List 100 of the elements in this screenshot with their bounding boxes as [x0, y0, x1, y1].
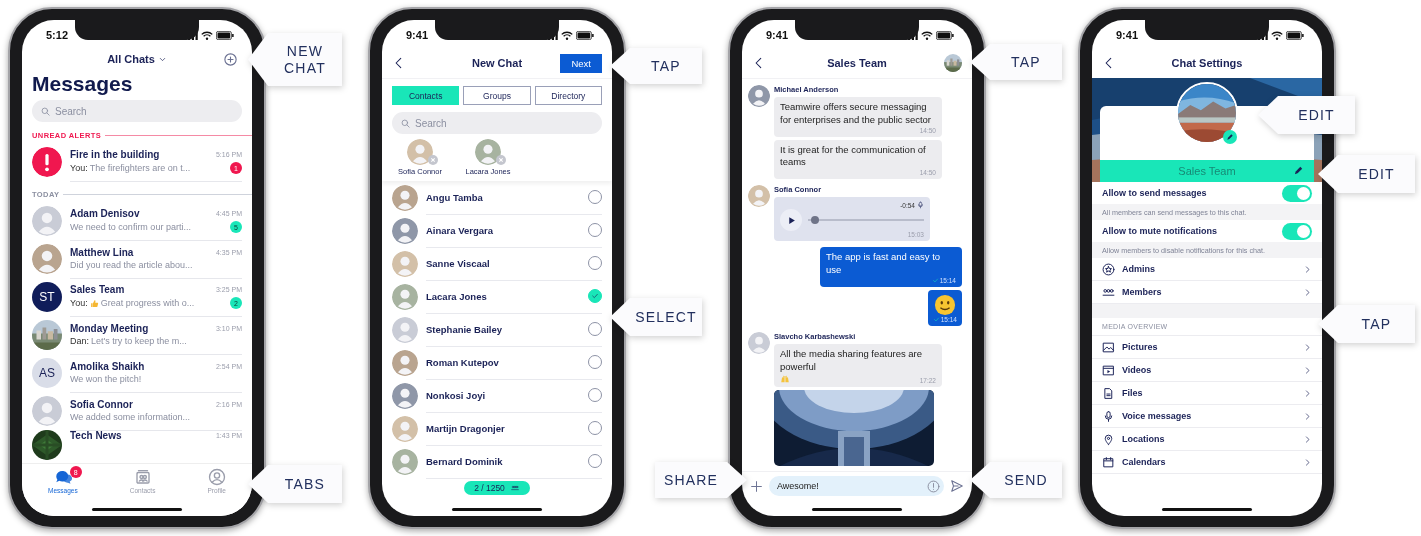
battery-icon	[1286, 30, 1304, 40]
callout-label: TABS	[248, 465, 342, 503]
plus-circle-icon[interactable]	[223, 51, 238, 67]
chat-preview: The firefighters are on t...	[89, 163, 191, 173]
wifi-icon	[561, 30, 573, 40]
initials-avatar: ST	[32, 282, 62, 312]
chat-preview: We won the pitch!	[70, 374, 142, 384]
chat-name: Amolika Shaikh	[70, 361, 145, 372]
play-button[interactable]	[780, 209, 802, 232]
location-pin-icon	[1102, 432, 1115, 446]
contact-name: Sanne Viscaal	[426, 257, 490, 269]
chat-preview: Let's try to keep the m...	[91, 336, 187, 346]
person-avatar	[392, 415, 418, 442]
video-icon	[1102, 363, 1115, 377]
settings-item[interactable]: Videos	[1122, 365, 1296, 375]
chevron-right-icon[interactable]	[1303, 342, 1312, 352]
chevron-right-icon[interactable]	[1303, 264, 1312, 274]
person-avatar	[32, 206, 62, 236]
message-sender: You:	[70, 163, 88, 173]
message-field[interactable]: Awesome!	[769, 476, 944, 496]
contact-name: Roman Kutepov	[426, 356, 499, 368]
search-input[interactable]: Search	[415, 117, 565, 129]
toggle-switch[interactable]	[1282, 184, 1312, 202]
segment-tab[interactable]: Groups	[463, 86, 531, 105]
chevron-right-icon[interactable]	[1303, 287, 1312, 297]
chat-preview: We need to confirm our parti...	[70, 222, 191, 232]
chat-filter-dropdown[interactable]: All Chats	[107, 53, 167, 65]
setting-label: Allow to mute notifications	[1102, 226, 1217, 236]
callout-label: SHARE	[655, 462, 747, 498]
person-avatar	[748, 331, 770, 354]
screen-title: Sales Team	[827, 57, 887, 69]
search-input[interactable]: Search	[55, 105, 205, 117]
message-sender: You:	[70, 298, 88, 308]
person-avatar	[392, 382, 418, 409]
chat-name: Sales Team	[70, 284, 125, 295]
chat-name: Sofia Connor	[70, 399, 133, 410]
calendar-icon	[1102, 455, 1115, 469]
segment-tab[interactable]: Contacts	[392, 86, 460, 105]
toggle-switch[interactable]	[1282, 222, 1312, 240]
settings-item[interactable]: Pictures	[1122, 342, 1296, 352]
chevron-right-icon[interactable]	[1303, 365, 1312, 375]
search-field[interactable]: Search	[392, 112, 602, 134]
chat-preview: Great progress with o...	[100, 298, 195, 308]
wifi-icon	[201, 30, 213, 40]
callout-label: TAP	[1318, 305, 1415, 343]
contacts-icon	[133, 468, 152, 486]
image-icon	[1102, 340, 1115, 354]
message-input[interactable]: Awesome!	[777, 481, 927, 491]
person-avatar	[392, 217, 418, 244]
contact-name: Nonkosi Joyi	[426, 389, 486, 401]
chevron-right-icon[interactable]	[1303, 388, 1312, 398]
status-time: 9:41	[1116, 29, 1139, 41]
next-button[interactable]: Next	[560, 53, 602, 73]
person-avatar	[392, 250, 418, 277]
chat-name: Fire in the building	[70, 149, 160, 160]
settings-item[interactable]: Admins	[1122, 264, 1296, 274]
chevron-right-icon[interactable]	[1303, 411, 1312, 421]
message-text: It is great for the communication of teams	[780, 143, 927, 170]
check-icon	[591, 292, 599, 300]
message-text: Teamwire offers secure messaging for enterprises and the public sector	[780, 101, 933, 127]
search-icon	[400, 117, 411, 129]
segment-tab[interactable]: Directory	[534, 86, 602, 105]
microphone-icon	[917, 201, 924, 210]
initials-avatar: AS	[32, 358, 62, 388]
person-avatar	[407, 139, 433, 165]
person-avatar	[32, 396, 62, 426]
chat-preview: Did you read the article abou...	[70, 260, 193, 270]
callout-label: EDIT	[1318, 155, 1415, 193]
wifi-icon	[1271, 30, 1283, 40]
settings-item[interactable]: Members	[1122, 287, 1296, 297]
remove-icon[interactable]	[428, 155, 438, 165]
status-time: 9:41	[766, 29, 789, 41]
callout-label: TAP	[970, 44, 1062, 80]
remove-icon[interactable]	[496, 155, 506, 165]
settings-item[interactable]: Files	[1122, 388, 1296, 398]
battery-icon	[216, 30, 234, 40]
chevron-right-icon[interactable]	[1303, 434, 1312, 444]
plus-icon[interactable]	[750, 479, 763, 493]
document-icon	[1102, 386, 1115, 400]
audio-progress-thumb[interactable]	[811, 216, 820, 225]
send-icon[interactable]	[950, 479, 964, 493]
person-avatar	[392, 448, 418, 475]
microphone-icon	[1102, 409, 1115, 423]
person-avatar	[475, 139, 501, 165]
settings-item[interactable]: Locations	[1122, 434, 1296, 444]
person-avatar	[392, 184, 418, 211]
important-icon[interactable]	[927, 479, 940, 493]
profile-icon	[207, 468, 226, 486]
select-checkbox[interactable]	[588, 289, 602, 303]
settings-item[interactable]: Calendars	[1122, 457, 1296, 467]
people-icon	[509, 484, 520, 492]
contact-name: Ainara Vergara	[426, 224, 494, 236]
callout-label: TAP	[610, 48, 702, 84]
settings-item[interactable]: Voice messages	[1122, 411, 1296, 421]
search-field[interactable]: Search	[32, 100, 242, 122]
person-avatar	[392, 349, 418, 376]
chat-preview: We added some information...	[70, 412, 190, 422]
screen-title: New Chat	[471, 57, 523, 69]
battery-icon	[576, 30, 594, 40]
chevron-right-icon[interactable]	[1303, 457, 1312, 467]
